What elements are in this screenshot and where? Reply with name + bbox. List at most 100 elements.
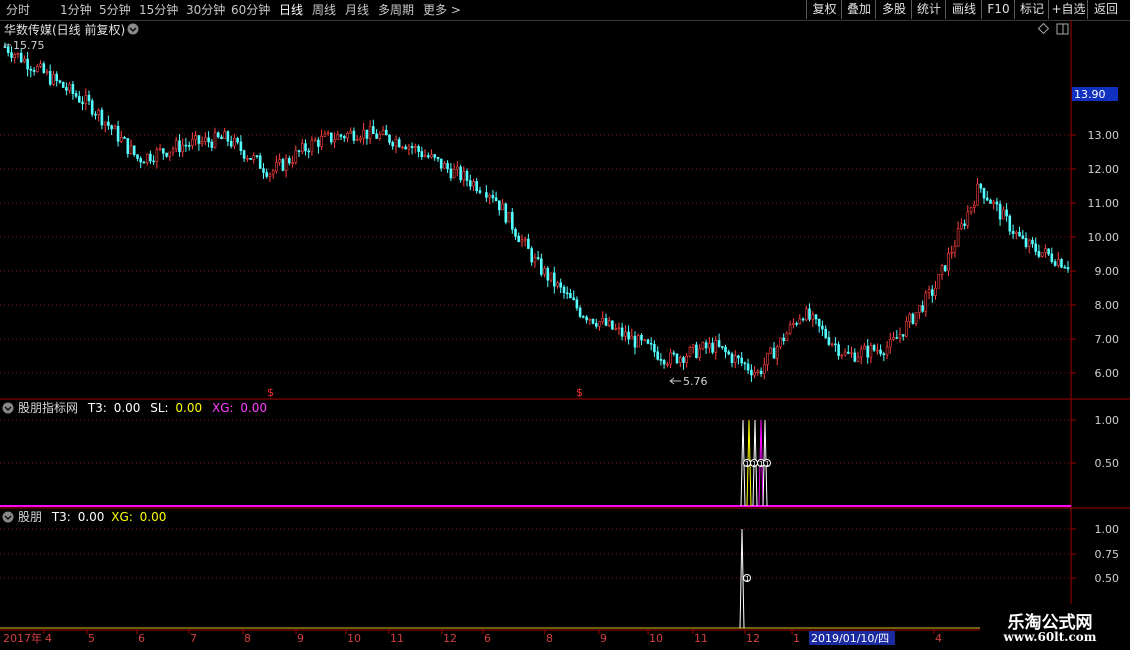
candle-down (329, 132, 333, 143)
candle-up (869, 345, 873, 358)
candle-down (572, 297, 576, 300)
candle-up (876, 349, 879, 352)
candle-up (937, 273, 941, 289)
multi-stock-button[interactable]: 多股 (875, 0, 912, 19)
candle-up (1002, 209, 1005, 220)
candle-up (401, 146, 404, 149)
candle-down (287, 158, 291, 164)
time-label: 11 (694, 632, 708, 645)
stats-button[interactable]: 统计 (911, 0, 946, 19)
candle-up (798, 318, 802, 324)
main-grid (0, 134, 1071, 374)
time-label: 11 (390, 632, 404, 645)
candle-up (976, 183, 979, 206)
period-tab-daily[interactable]: 日线 (279, 1, 303, 19)
candle-down (659, 358, 663, 361)
candle-up (16, 52, 20, 55)
back-button[interactable]: 返回 (1087, 0, 1124, 19)
draw-line-button[interactable]: 画线 (945, 0, 982, 19)
candle-down (433, 154, 437, 158)
candle-down (478, 190, 482, 193)
indicator1-xg-label: XG: (212, 401, 234, 415)
candle-down (216, 132, 220, 138)
candle-down (1053, 261, 1057, 266)
candle-up (355, 139, 359, 141)
candle-up (733, 355, 737, 363)
event-marker[interactable]: $ (576, 386, 583, 399)
add-watchlist-button[interactable]: +自选 (1048, 0, 1088, 19)
candle-down (404, 146, 407, 150)
chevron-down-icon[interactable] (127, 23, 139, 35)
main-panel-title: 华数传媒(日线 前复权) (4, 22, 125, 37)
candle-down (604, 318, 608, 326)
adjust-button[interactable]: 复权 (806, 0, 842, 19)
candle-down (249, 157, 252, 160)
toolbar: 分时 1分钟 5分钟 15分钟 30分钟 60分钟 日线 周线 月线 多周期 更… (0, 0, 1130, 21)
candle-down (132, 145, 136, 156)
candle-up (84, 94, 88, 104)
candle-down (504, 203, 508, 223)
indicator2-xg-label: XG: (111, 510, 133, 524)
candle-down (388, 134, 391, 143)
period-tab-5min[interactable]: 5分钟 (99, 1, 131, 19)
candle-up (394, 139, 398, 147)
overlay-button[interactable]: 叠加 (841, 0, 876, 19)
more-periods-button[interactable]: 更多 > (423, 1, 461, 19)
period-tab-15min[interactable]: 15分钟 (139, 1, 178, 19)
candle-up (892, 337, 895, 340)
indicator1-t3-value: 0.00 (114, 401, 141, 415)
candle-down (827, 337, 831, 345)
candle-down (901, 334, 905, 337)
candle-down (943, 265, 947, 272)
chevron-down-icon[interactable] (2, 402, 14, 414)
period-tab-multi[interactable]: 多周期 (378, 1, 414, 19)
candle-up (1057, 259, 1060, 266)
f10-button[interactable]: F10 (981, 0, 1015, 19)
indicator1-t3-label: T3: (87, 401, 107, 415)
period-tab-intraday[interactable]: 分时 (6, 1, 30, 19)
candle-down (139, 158, 142, 163)
period-tab-30min[interactable]: 30分钟 (186, 1, 225, 19)
candle-down (930, 289, 934, 296)
mark-button[interactable]: 标记 (1014, 0, 1049, 19)
candle-down (662, 360, 666, 365)
time-label: 5 (88, 632, 95, 645)
period-tab-1min[interactable]: 1分钟 (60, 1, 92, 19)
candle-down (640, 334, 643, 341)
candle-up (769, 347, 773, 354)
stock-chart[interactable]: 13.00 12.00 11.00 10.00 9.00 8.00 7.00 6… (0, 20, 1130, 650)
candle-up (359, 137, 362, 140)
candle-down (116, 125, 120, 142)
candle-down (384, 129, 388, 136)
candle-down (998, 203, 1002, 220)
candle-down (29, 68, 33, 71)
period-tab-monthly[interactable]: 月线 (345, 1, 369, 19)
candle-down (265, 172, 269, 177)
candle-down (649, 342, 653, 345)
event-marker[interactable]: $ (267, 386, 274, 399)
candle-down (1050, 253, 1054, 262)
period-tab-60min[interactable]: 60分钟 (231, 1, 270, 19)
candle-down (633, 335, 637, 348)
price-tick: 8.00 (1095, 299, 1120, 312)
candle-up (543, 267, 546, 275)
candle-down (979, 183, 983, 189)
candle-down (426, 155, 430, 158)
candle-down (242, 150, 246, 159)
candle-down (491, 195, 495, 199)
indicator1-xg-value: 0.00 (240, 401, 267, 415)
candle-down (1063, 266, 1067, 269)
candle-down (737, 355, 740, 359)
candle-down (782, 337, 786, 342)
period-tab-weekly[interactable]: 周线 (312, 1, 336, 19)
diamond-icon[interactable] (1037, 22, 1050, 35)
candle-down (136, 154, 139, 159)
candle-down (750, 369, 753, 376)
candle-down (727, 351, 731, 355)
chevron-down-icon[interactable] (2, 511, 14, 523)
candle-up (630, 335, 634, 340)
candle-down (653, 344, 656, 353)
candle-up (960, 223, 963, 229)
candle-down (562, 286, 566, 294)
signal-marker-label: 1 (745, 575, 749, 583)
